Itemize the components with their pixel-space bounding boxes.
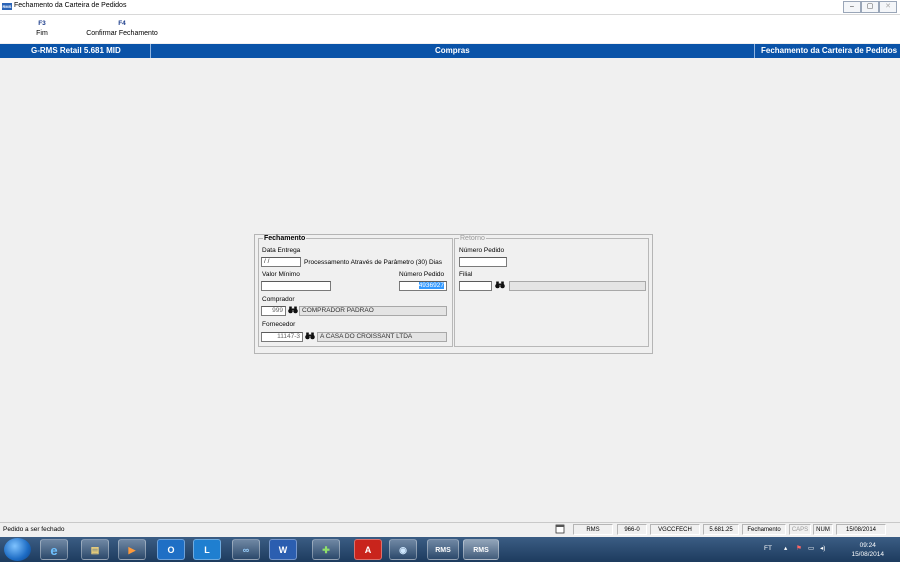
app-plus-icon[interactable]: ✚: [312, 539, 340, 560]
fornecedor-label: Fornecedor: [262, 321, 296, 328]
f4-confirmar-fechamento-button[interactable]: F4 Confirmar Fechamento: [82, 20, 162, 37]
title-bar: RMS Fechamento da Carteira de Pedidos – …: [0, 0, 900, 15]
retorno-legend: Retorno: [460, 235, 485, 242]
filial-input[interactable]: [459, 281, 492, 291]
numero-pedido-input[interactable]: 4936927: [399, 281, 447, 291]
status-system: RMS: [573, 524, 613, 535]
binoculars-search-icon[interactable]: [304, 332, 315, 343]
valor-minimo-label: Valor Mínimo: [262, 271, 300, 278]
minimize-button[interactable]: –: [843, 1, 861, 13]
document-icon: [553, 524, 567, 535]
language-indicator[interactable]: FT: [764, 545, 772, 552]
start-button[interactable]: [4, 538, 31, 561]
fechamento-legend: Fechamento: [264, 235, 306, 242]
rms-app-icon[interactable]: RMS: [427, 539, 459, 560]
system-name: G-RMS Retail 5.681 MID: [31, 46, 121, 55]
data-entrega-label: Data Entrega: [262, 247, 301, 254]
clock[interactable]: 09:24 15/08/2014: [851, 541, 884, 559]
fkey-label: Confirmar Fechamento: [86, 30, 158, 37]
app-icon: RMS: [2, 3, 12, 10]
window-title: Fechamento da Carteira de Pedidos: [14, 2, 127, 9]
numero-pedido-label: Número Pedido: [399, 271, 445, 278]
teamviewer-icon[interactable]: ∞: [232, 539, 260, 560]
module-name: Compras: [435, 46, 470, 55]
word-icon[interactable]: W: [269, 539, 297, 560]
clock-date: 15/08/2014: [851, 551, 884, 558]
status-caps: CAPS: [789, 524, 811, 535]
globe-app-icon[interactable]: ◉: [389, 539, 417, 560]
fornecedor-name-display: A CASA DO CROISSANT LTDA: [317, 332, 447, 342]
retorno-numero-pedido-input[interactable]: [459, 257, 507, 267]
processamento-text: Processamento Através de Parâmetro (30) …: [304, 259, 443, 266]
outlook-icon[interactable]: O: [157, 539, 185, 560]
status-bar: Pedido a ser fechado RMS 966-0 VGCCFECH …: [0, 522, 900, 537]
status-date: 15/08/2014: [836, 524, 886, 535]
status-message: Pedido a ser fechado: [3, 526, 65, 533]
fkey-label: Fim: [36, 30, 48, 37]
media-player-icon[interactable]: ▶: [118, 539, 146, 560]
binoculars-search-icon[interactable]: [287, 306, 298, 317]
acrobat-icon[interactable]: A: [354, 539, 382, 560]
taskbar: e ▤ ▶ O L ∞ W ✚ A ◉ RMS RMS FT ▴ ⚑ ▭ ◂) …: [0, 537, 900, 562]
function-key-toolbar: F3 Fim F4 Confirmar Fechamento: [0, 15, 900, 43]
file-explorer-icon[interactable]: ▤: [81, 539, 109, 560]
divider: [754, 44, 755, 58]
retorno-numero-pedido-label: Número Pedido: [459, 247, 505, 254]
lync-icon[interactable]: L: [193, 539, 221, 560]
fkey-code: F3: [38, 20, 46, 27]
clock-time: 09:24: [859, 542, 876, 549]
volume-icon[interactable]: ◂): [820, 544, 825, 552]
numero-pedido-value: 4936927: [418, 282, 444, 289]
network-icon[interactable]: ▭: [808, 544, 814, 552]
status-version: 5.681.25: [703, 524, 739, 535]
status-function: Fechamento: [742, 524, 786, 535]
binoculars-search-icon[interactable]: [494, 281, 505, 292]
flag-icon[interactable]: ⚑: [796, 544, 802, 552]
divider: [150, 44, 151, 58]
comprador-code-input[interactable]: 999: [261, 306, 286, 316]
maximize-button[interactable]: ▢: [861, 1, 879, 13]
filial-label: Filial: [459, 271, 473, 278]
status-code: 966-0: [617, 524, 647, 535]
fornecedor-code-input[interactable]: 11147-3: [261, 332, 303, 342]
close-button[interactable]: ✕: [879, 1, 897, 13]
filial-name-display: [509, 281, 646, 291]
comprador-label: Comprador: [262, 296, 295, 303]
valor-minimo-input[interactable]: [261, 281, 331, 291]
screen-name: Fechamento da Carteira de Pedidos: [761, 46, 898, 55]
system-tray: FT ▴ ⚑ ▭ ◂) 09:24 15/08/2014: [760, 537, 900, 562]
internet-explorer-icon[interactable]: e: [40, 539, 68, 560]
fkey-code: F4: [118, 20, 126, 27]
info-bar: G-RMS Retail 5.681 MID Compras Fechament…: [0, 44, 900, 58]
data-entrega-input[interactable]: / /: [261, 257, 301, 267]
status-num: NUM: [813, 524, 833, 535]
fechamento-panel: Fechamento Data Entrega / / Processament…: [254, 234, 653, 354]
tray-arrow-icon[interactable]: ▴: [784, 544, 787, 552]
rms-app-active-icon[interactable]: RMS: [463, 539, 499, 560]
f3-fim-button[interactable]: F3 Fim: [32, 20, 52, 37]
comprador-name-display: COMPRADOR PADRAO: [299, 306, 447, 316]
status-program: VGCCFECH: [650, 524, 700, 535]
